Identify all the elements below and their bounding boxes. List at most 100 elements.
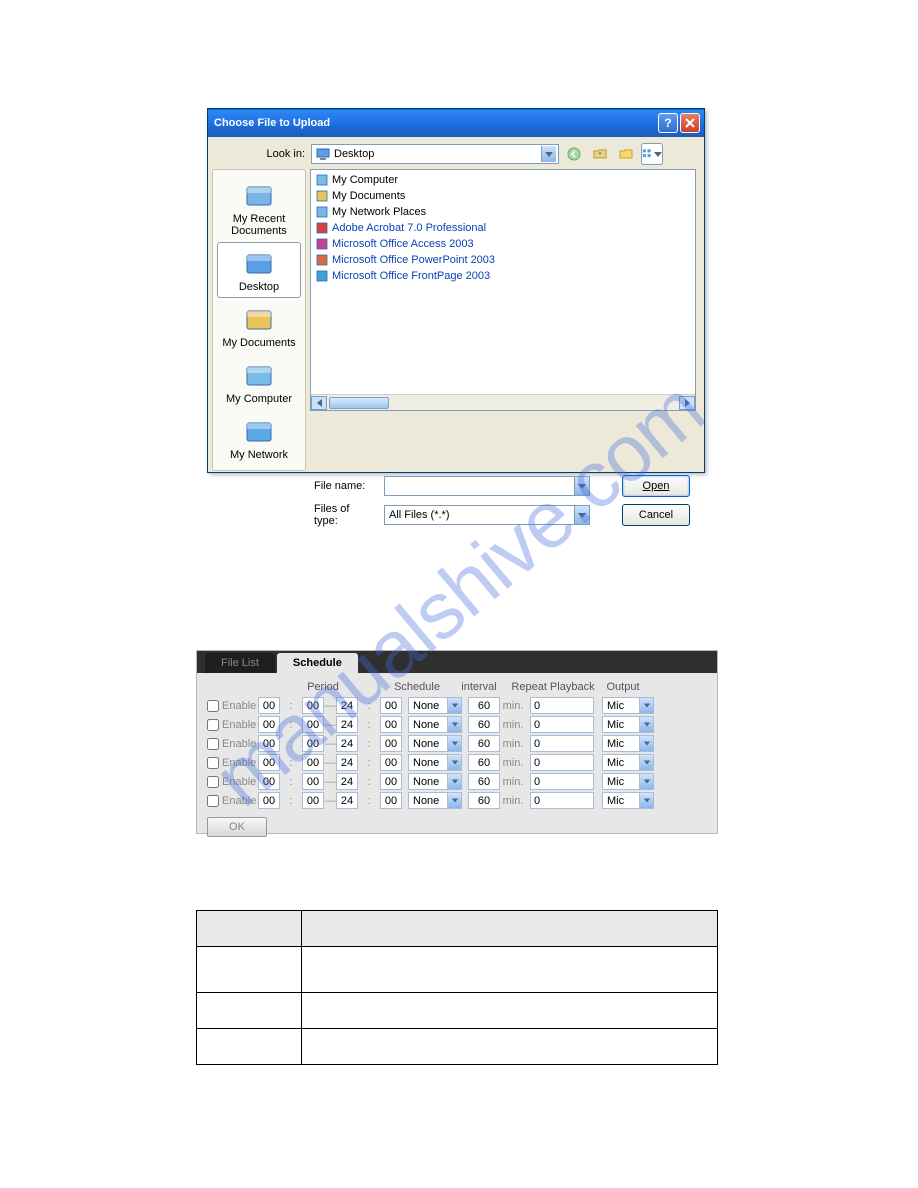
file-item[interactable]: My Documents	[315, 188, 691, 204]
file-item[interactable]: My Computer	[315, 172, 691, 188]
schedule-select[interactable]: None	[408, 735, 462, 752]
enable-checkbox[interactable]	[207, 757, 219, 769]
lookin-combo[interactable]: Desktop	[311, 144, 559, 164]
output-value: Mic	[607, 795, 624, 807]
help-button[interactable]: ?	[658, 113, 678, 133]
filetype-dropdown[interactable]	[574, 506, 589, 524]
enable-checkbox[interactable]	[207, 776, 219, 788]
table-row	[197, 1029, 718, 1065]
repeat-input[interactable]	[530, 735, 594, 752]
up-button[interactable]	[589, 143, 611, 165]
start-min-input[interactable]	[302, 716, 324, 733]
end-hour-input[interactable]	[336, 735, 358, 752]
start-hour-input[interactable]	[258, 716, 280, 733]
view-button[interactable]	[641, 143, 663, 165]
interval-input[interactable]	[468, 773, 500, 790]
output-select[interactable]: Mic	[602, 716, 654, 733]
tab-schedule[interactable]: Schedule	[277, 653, 358, 673]
file-item[interactable]: Microsoft Office PowerPoint 2003	[315, 252, 691, 268]
places-item-3[interactable]: My Computer	[217, 354, 301, 410]
enable-checkbox[interactable]	[207, 795, 219, 807]
file-item[interactable]: Adobe Acrobat 7.0 Professional	[315, 220, 691, 236]
interval-input[interactable]	[468, 792, 500, 809]
back-icon	[566, 146, 582, 162]
file-list-pane[interactable]: My Computer My Documents My Network Plac…	[310, 169, 696, 411]
output-select[interactable]: Mic	[602, 735, 654, 752]
schedule-select[interactable]: None	[408, 773, 462, 790]
end-min-input[interactable]	[380, 773, 402, 790]
start-hour-input[interactable]	[258, 792, 280, 809]
file-item[interactable]: Microsoft Office Access 2003	[315, 236, 691, 252]
schedule-row: Enable : — : None min. Mic	[207, 792, 707, 809]
schedule-select[interactable]: None	[408, 716, 462, 733]
end-min-input[interactable]	[380, 735, 402, 752]
interval-input[interactable]	[468, 716, 500, 733]
repeat-input[interactable]	[530, 773, 594, 790]
back-button[interactable]	[563, 143, 585, 165]
enable-checkbox[interactable]	[207, 719, 219, 731]
end-min-input[interactable]	[380, 792, 402, 809]
places-label: My Documents	[220, 337, 298, 349]
scroll-right-button[interactable]	[679, 396, 695, 410]
start-hour-input[interactable]	[258, 773, 280, 790]
start-min-input[interactable]	[302, 735, 324, 752]
open-button[interactable]: Open	[622, 475, 690, 497]
start-hour-input[interactable]	[258, 697, 280, 714]
file-name: My Network Places	[332, 206, 426, 218]
end-hour-input[interactable]	[336, 792, 358, 809]
tab-filelist[interactable]: File List	[205, 653, 275, 673]
places-item-1[interactable]: Desktop	[217, 242, 301, 298]
interval-input[interactable]	[468, 697, 500, 714]
enable-checkbox[interactable]	[207, 738, 219, 750]
interval-input[interactable]	[468, 735, 500, 752]
start-hour-input[interactable]	[258, 735, 280, 752]
end-min-input[interactable]	[380, 697, 402, 714]
end-hour-input[interactable]	[336, 716, 358, 733]
repeat-input[interactable]	[530, 697, 594, 714]
scroll-track[interactable]	[327, 396, 679, 410]
schedule-select[interactable]: None	[408, 754, 462, 771]
close-button[interactable]	[680, 113, 700, 133]
start-min-input[interactable]	[302, 792, 324, 809]
enable-checkbox[interactable]	[207, 700, 219, 712]
start-min-input[interactable]	[302, 754, 324, 771]
places-item-2[interactable]: My Documents	[217, 298, 301, 354]
schedule-select[interactable]: None	[408, 697, 462, 714]
output-select[interactable]: Mic	[602, 792, 654, 809]
interval-input[interactable]	[468, 754, 500, 771]
places-icon	[243, 179, 275, 211]
ok-button[interactable]: OK	[207, 817, 267, 837]
places-item-0[interactable]: My Recent Documents	[217, 174, 301, 242]
end-hour-input[interactable]	[336, 754, 358, 771]
output-select[interactable]: Mic	[602, 754, 654, 771]
file-item[interactable]: My Network Places	[315, 204, 691, 220]
scroll-left-button[interactable]	[311, 396, 327, 410]
end-hour-input[interactable]	[336, 773, 358, 790]
enable-label: Enable	[222, 795, 258, 807]
repeat-input[interactable]	[530, 754, 594, 771]
repeat-input[interactable]	[530, 716, 594, 733]
places-item-4[interactable]: My Network	[217, 410, 301, 466]
start-hour-input[interactable]	[258, 754, 280, 771]
file-name: Microsoft Office FrontPage 2003	[332, 270, 490, 282]
end-hour-input[interactable]	[336, 697, 358, 714]
titlebar[interactable]: Choose File to Upload ?	[208, 109, 704, 137]
repeat-input[interactable]	[530, 792, 594, 809]
output-select[interactable]: Mic	[602, 697, 654, 714]
start-min-input[interactable]	[302, 773, 324, 790]
end-min-input[interactable]	[380, 754, 402, 771]
table-cell	[302, 1029, 718, 1065]
file-item[interactable]: Microsoft Office FrontPage 2003	[315, 268, 691, 284]
filename-dropdown[interactable]	[574, 477, 589, 495]
schedule-select[interactable]: None	[408, 792, 462, 809]
end-min-input[interactable]	[380, 716, 402, 733]
new-folder-button[interactable]	[615, 143, 637, 165]
cancel-button[interactable]: Cancel	[622, 504, 690, 526]
h-scrollbar[interactable]	[311, 394, 695, 410]
scroll-thumb[interactable]	[329, 397, 389, 409]
filename-input[interactable]	[384, 476, 590, 496]
output-select[interactable]: Mic	[602, 773, 654, 790]
start-min-input[interactable]	[302, 697, 324, 714]
lookin-dropdown[interactable]	[541, 146, 556, 162]
filetype-combo[interactable]: All Files (*.*)	[384, 505, 590, 525]
